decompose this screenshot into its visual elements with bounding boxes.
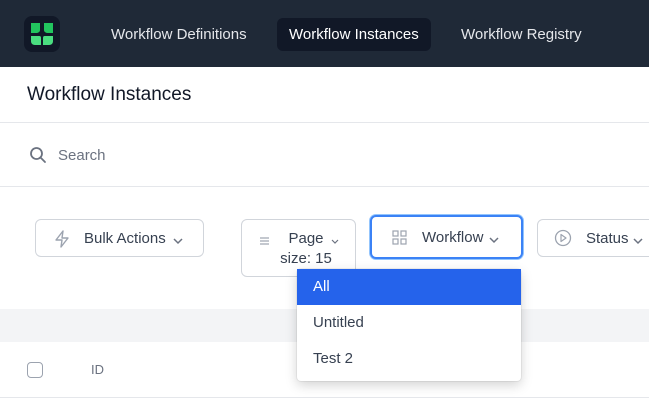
select-all-checkbox[interactable]	[27, 362, 43, 378]
chevron-down-icon	[172, 233, 184, 250]
search-icon	[29, 146, 47, 169]
top-navigation: Workflow Definitions Workflow Instances …	[0, 0, 649, 67]
row-divider	[0, 397, 649, 398]
bulk-actions-label: Bulk Actions	[84, 230, 166, 247]
page-size-label: Page size: 15	[280, 230, 332, 267]
search-input[interactable]	[58, 143, 618, 167]
list-icon	[259, 233, 271, 250]
tab-workflow-definitions[interactable]: Workflow Definitions	[99, 18, 259, 51]
chevron-down-icon	[632, 233, 644, 250]
bulk-actions-button[interactable]: Bulk Actions	[35, 219, 204, 257]
dropdown-option-test-2[interactable]: Test 2	[297, 341, 521, 377]
chevron-down-icon	[330, 233, 340, 250]
title-divider	[0, 122, 649, 123]
grid-icon	[392, 230, 407, 249]
workflow-dropdown-menu: All Untitled Test 2	[297, 269, 521, 381]
logo-icon[interactable]	[24, 16, 60, 52]
play-circle-icon	[554, 229, 572, 251]
dropdown-option-untitled[interactable]: Untitled	[297, 305, 521, 341]
chevron-down-icon	[488, 232, 500, 249]
search-divider	[0, 186, 649, 187]
status-filter-label: Status	[586, 230, 629, 247]
workflow-filter-button[interactable]: Workflow	[370, 215, 523, 259]
tab-workflow-registry[interactable]: Workflow Registry	[449, 18, 594, 51]
tab-workflow-instances[interactable]: Workflow Instances	[277, 18, 431, 51]
lightning-icon	[54, 230, 70, 252]
dropdown-option-all[interactable]: All	[297, 269, 521, 305]
status-filter-button[interactable]: Status	[537, 219, 649, 257]
column-header-id[interactable]: ID	[91, 362, 104, 377]
page-title: Workflow Instances	[27, 84, 192, 105]
workflow-filter-label: Workflow	[422, 229, 484, 246]
